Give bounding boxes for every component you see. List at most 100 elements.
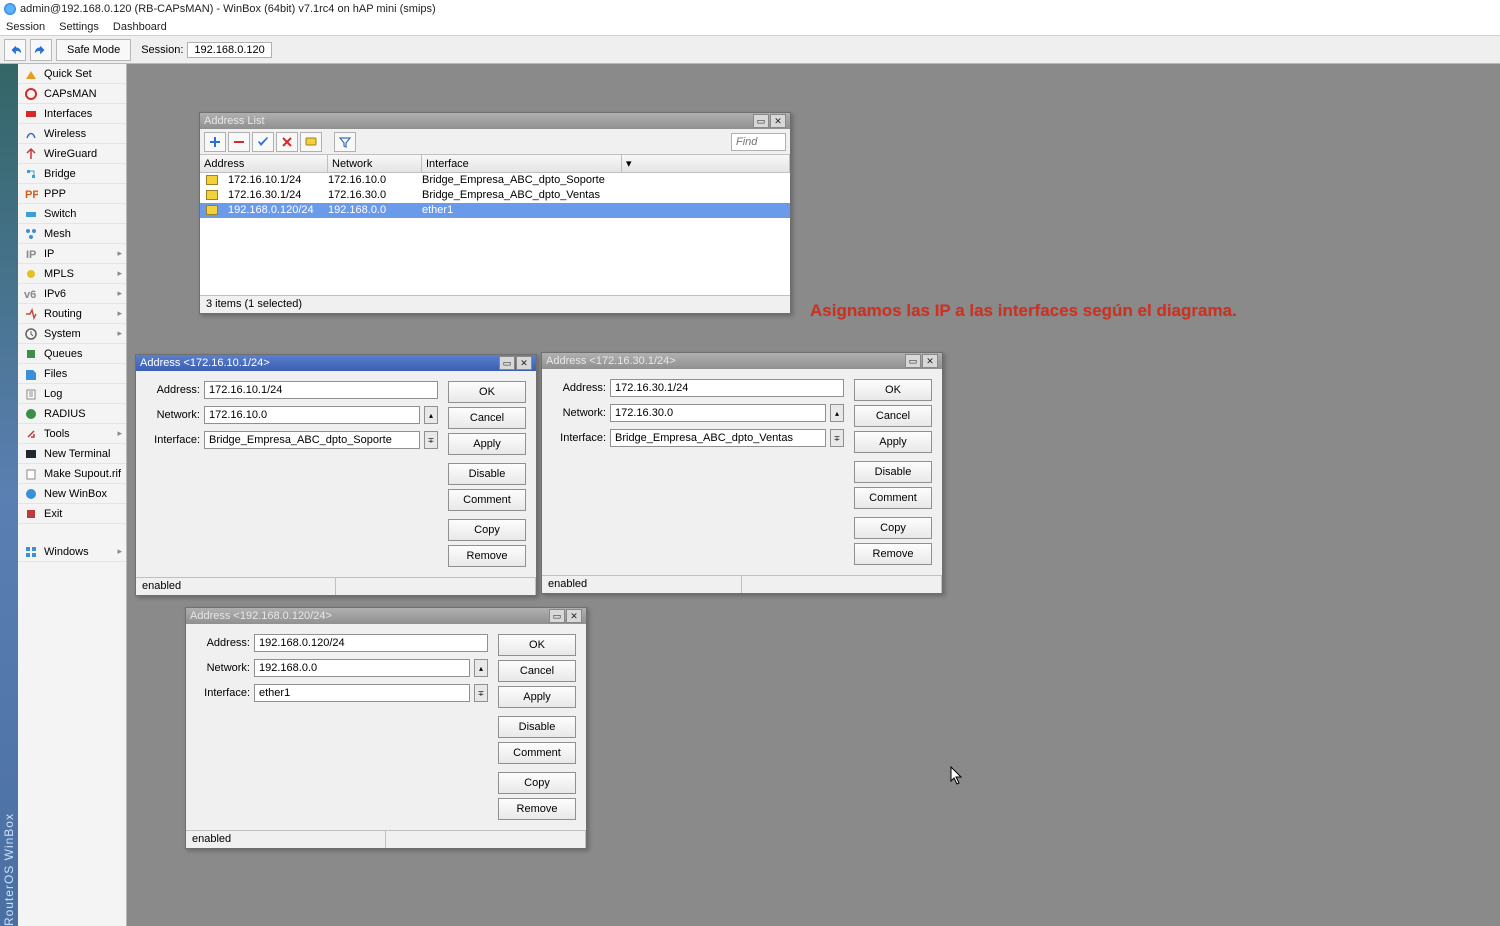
sidebar-item-mesh[interactable]: Mesh <box>18 224 126 244</box>
sidebar-item-wireguard[interactable]: WireGuard <box>18 144 126 164</box>
apply-button[interactable]: Apply <box>854 431 932 453</box>
sidebar-item-log[interactable]: Log <box>18 384 126 404</box>
interface-select[interactable]: Bridge_Empresa_ABC_dpto_Ventas <box>610 429 826 447</box>
comment-button[interactable]: Comment <box>498 742 576 764</box>
menu-dashboard[interactable]: Dashboard <box>113 21 167 33</box>
workspace: Address List ▭ ✕ <box>127 64 1500 926</box>
sidebar-item-queues[interactable]: Queues <box>18 344 126 364</box>
cancel-button[interactable]: Cancel <box>448 407 526 429</box>
sidebar-item-new-winbox[interactable]: New WinBox <box>18 484 126 504</box>
down-arrow-icon[interactable]: ∓ <box>474 684 488 702</box>
menu-session[interactable]: Session <box>6 21 45 33</box>
sidebar-item-system[interactable]: System▸ <box>18 324 126 344</box>
sidebar-item-quick-set[interactable]: Quick Set <box>18 64 126 84</box>
cancel-button[interactable]: Cancel <box>854 405 932 427</box>
safemode-button[interactable]: Safe Mode <box>56 39 131 61</box>
up-arrow-icon[interactable]: ▴ <box>424 406 438 424</box>
cell-network: 172.16.10.0 <box>324 174 418 186</box>
close-icon[interactable]: ✕ <box>566 609 582 623</box>
disable-button[interactable]: Disable <box>854 461 932 483</box>
address-input[interactable]: 172.16.30.1/24 <box>610 379 844 397</box>
close-icon[interactable]: ✕ <box>922 354 938 368</box>
sidebar-item-capsman[interactable]: CAPsMAN <box>18 84 126 104</box>
enable-button[interactable] <box>252 132 274 152</box>
minimize-icon[interactable]: ▭ <box>549 609 565 623</box>
minimize-icon[interactable]: ▭ <box>499 356 515 370</box>
cell-interface: Bridge_Empresa_ABC_dpto_Soporte <box>418 174 738 186</box>
sidebar-item-exit[interactable]: Exit <box>18 504 126 524</box>
sidebar-item-wireless[interactable]: Wireless <box>18 124 126 144</box>
sidebar-icon <box>24 487 38 501</box>
menu-settings[interactable]: Settings <box>59 21 99 33</box>
apply-button[interactable]: Apply <box>498 686 576 708</box>
comment-button[interactable]: Comment <box>854 487 932 509</box>
network-input[interactable]: 172.16.30.0 <box>610 404 826 422</box>
down-arrow-icon[interactable]: ∓ <box>830 429 844 447</box>
cell-network: 172.16.30.0 <box>324 189 418 201</box>
sidebar-item-new-terminal[interactable]: New Terminal <box>18 444 126 464</box>
table-row[interactable]: 192.168.0.120/24 192.168.0.0 ether1 <box>200 203 790 218</box>
sidebar-item-label: Exit <box>44 508 62 520</box>
copy-button[interactable]: Copy <box>448 519 526 541</box>
address-input[interactable]: 172.16.10.1/24 <box>204 381 438 399</box>
window-title[interactable]: Address <192.168.0.120/24> ▭ ✕ <box>186 608 586 624</box>
remove-button[interactable] <box>228 132 250 152</box>
disable-button[interactable] <box>276 132 298 152</box>
apply-button[interactable]: Apply <box>448 433 526 455</box>
window-title[interactable]: Address <172.16.10.1/24> ▭ ✕ <box>136 355 536 371</box>
up-arrow-icon[interactable]: ▴ <box>830 404 844 422</box>
sidebar-item-switch[interactable]: Switch <box>18 204 126 224</box>
minimize-icon[interactable]: ▭ <box>905 354 921 368</box>
table-row[interactable]: 172.16.10.1/24 172.16.10.0 Bridge_Empres… <box>200 173 790 188</box>
status-text: enabled <box>186 831 386 848</box>
close-icon[interactable]: ✕ <box>516 356 532 370</box>
remove-button[interactable]: Remove <box>498 798 576 820</box>
sidebar-item-radius[interactable]: RADIUS <box>18 404 126 424</box>
down-arrow-icon[interactable]: ∓ <box>424 431 438 449</box>
network-input[interactable]: 172.16.10.0 <box>204 406 420 424</box>
sidebar-item-bridge[interactable]: Bridge <box>18 164 126 184</box>
ok-button[interactable]: OK <box>448 381 526 403</box>
sidebar-item-ppp[interactable]: PPPPPP <box>18 184 126 204</box>
table-row[interactable]: 172.16.30.1/24 172.16.30.0 Bridge_Empres… <box>200 188 790 203</box>
close-icon[interactable]: ✕ <box>770 114 786 128</box>
cancel-button[interactable]: Cancel <box>498 660 576 682</box>
sidebar-item-interfaces[interactable]: Interfaces <box>18 104 126 124</box>
find-input[interactable] <box>731 133 786 151</box>
window-title[interactable]: Address <172.16.30.1/24> ▭ ✕ <box>542 353 942 369</box>
sidebar-item-label: System <box>44 328 81 340</box>
columns-dropdown[interactable]: ▾ <box>622 155 790 172</box>
comment-button[interactable] <box>300 132 322 152</box>
interface-select[interactable]: Bridge_Empresa_ABC_dpto_Soporte <box>204 431 420 449</box>
sidebar-item-mpls[interactable]: MPLS▸ <box>18 264 126 284</box>
toolbar: Safe Mode Session: 192.168.0.120 <box>0 36 1500 64</box>
comment-button[interactable]: Comment <box>448 489 526 511</box>
disable-button[interactable]: Disable <box>498 716 576 738</box>
address-input[interactable]: 192.168.0.120/24 <box>254 634 488 652</box>
button-column: OK Cancel Apply Disable Comment Copy Remove <box>498 634 576 820</box>
undo-button[interactable] <box>4 39 26 61</box>
ok-button[interactable]: OK <box>498 634 576 656</box>
sidebar-item-make-supout-rif[interactable]: Make Supout.rif <box>18 464 126 484</box>
remove-button[interactable]: Remove <box>854 543 932 565</box>
window-title[interactable]: Address List ▭ ✕ <box>200 113 790 129</box>
sidebar-item-ip[interactable]: IPIP▸ <box>18 244 126 264</box>
sidebar-item-routing[interactable]: Routing▸ <box>18 304 126 324</box>
sidebar-item-files[interactable]: Files <box>18 364 126 384</box>
minimize-icon[interactable]: ▭ <box>753 114 769 128</box>
filter-button[interactable] <box>334 132 356 152</box>
network-input[interactable]: 192.168.0.0 <box>254 659 470 677</box>
sidebar-item-ipv6[interactable]: v6IPv6▸ <box>18 284 126 304</box>
copy-button[interactable]: Copy <box>854 517 932 539</box>
sidebar-item-tools[interactable]: Tools▸ <box>18 424 126 444</box>
interface-select[interactable]: ether1 <box>254 684 470 702</box>
redo-button[interactable] <box>30 39 52 61</box>
up-arrow-icon[interactable]: ▴ <box>474 659 488 677</box>
remove-button[interactable]: Remove <box>448 545 526 567</box>
disable-button[interactable]: Disable <box>448 463 526 485</box>
copy-button[interactable]: Copy <box>498 772 576 794</box>
sidebar-item-windows[interactable]: Windows▸ <box>18 542 126 562</box>
add-button[interactable] <box>204 132 226 152</box>
sidebar-icon: PPP <box>24 187 38 201</box>
ok-button[interactable]: OK <box>854 379 932 401</box>
